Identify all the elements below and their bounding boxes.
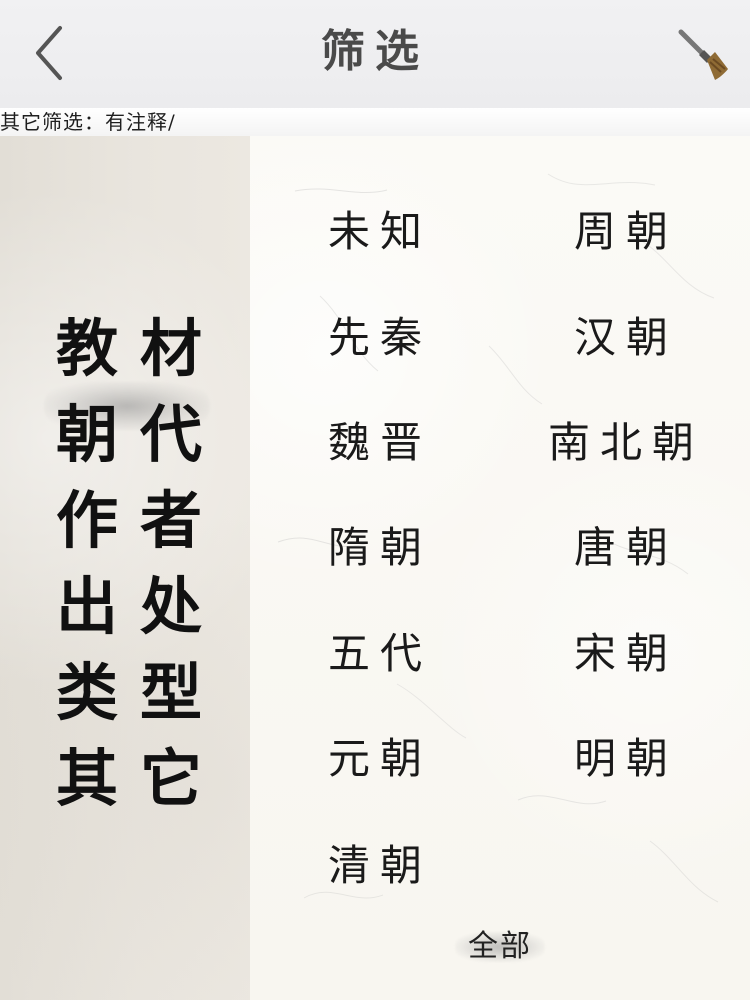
page-title: 筛选: [321, 26, 429, 77]
category-character: 代: [139, 398, 202, 471]
dynasty-option-ming[interactable]: 明朝: [536, 727, 716, 791]
dynasty-option-list: 未知 周朝 先秦 汉朝 魏晋 南北朝 隋朝 唐朝 五代 宋朝 元朝 明朝 清朝: [250, 200, 750, 920]
category-character: 出: [55, 570, 118, 643]
category-sidebar: 教 材 朝 代 作 者 出 处 类 型 其 它: [0, 136, 251, 1000]
reset-button[interactable]: [676, 24, 734, 82]
top-navigation-bar: 筛选: [0, 0, 750, 109]
dynasty-option-tang[interactable]: 唐朝: [536, 516, 716, 580]
filter-screen: 筛选 其它筛选：有注释/ 教 材 朝 代 作 者 出 处 类 型 其 它 未知 …: [0, 0, 750, 1000]
dynasty-option-qing[interactable]: 清朝: [290, 834, 470, 898]
dynasty-option-yuan[interactable]: 元朝: [290, 727, 470, 791]
dynasty-option-pre-qin[interactable]: 先秦: [290, 306, 470, 370]
all-button-label: 全部: [468, 929, 532, 964]
all-button[interactable]: 全部: [455, 926, 545, 968]
dynasty-option-five-dynasties[interactable]: 五代: [290, 622, 470, 686]
category-character: 型: [139, 656, 202, 729]
dynasty-option-unknown[interactable]: 未知: [290, 200, 470, 264]
dynasty-option-northern-southern[interactable]: 南北朝: [536, 411, 716, 475]
broom-icon: [678, 29, 728, 80]
category-character: 教: [55, 312, 118, 385]
category-character: 者: [139, 484, 202, 557]
category-character: 作: [55, 484, 118, 557]
category-character: 朝: [55, 398, 118, 471]
category-character: 类: [55, 656, 118, 729]
dynasty-option-wei-jin[interactable]: 魏晋: [290, 411, 470, 475]
dynasty-option-han[interactable]: 汉朝: [536, 306, 716, 370]
dynasty-option-zhou[interactable]: 周朝: [536, 200, 716, 264]
dynasty-options-panel: 未知 周朝 先秦 汉朝 魏晋 南北朝 隋朝 唐朝 五代 宋朝 元朝 明朝 清朝 …: [250, 136, 750, 1000]
dynasty-option-song[interactable]: 宋朝: [536, 622, 716, 686]
dynasty-option-sui[interactable]: 隋朝: [290, 516, 470, 580]
category-character: 其: [55, 742, 118, 815]
current-filter-summary: 其它筛选：有注释/: [0, 108, 750, 136]
category-character: 它: [139, 742, 202, 815]
category-list: 教 材 朝 代 作 者 出 处 类 型 其 它: [48, 306, 218, 822]
category-character: 处: [139, 570, 202, 643]
category-character: 材: [139, 312, 202, 385]
